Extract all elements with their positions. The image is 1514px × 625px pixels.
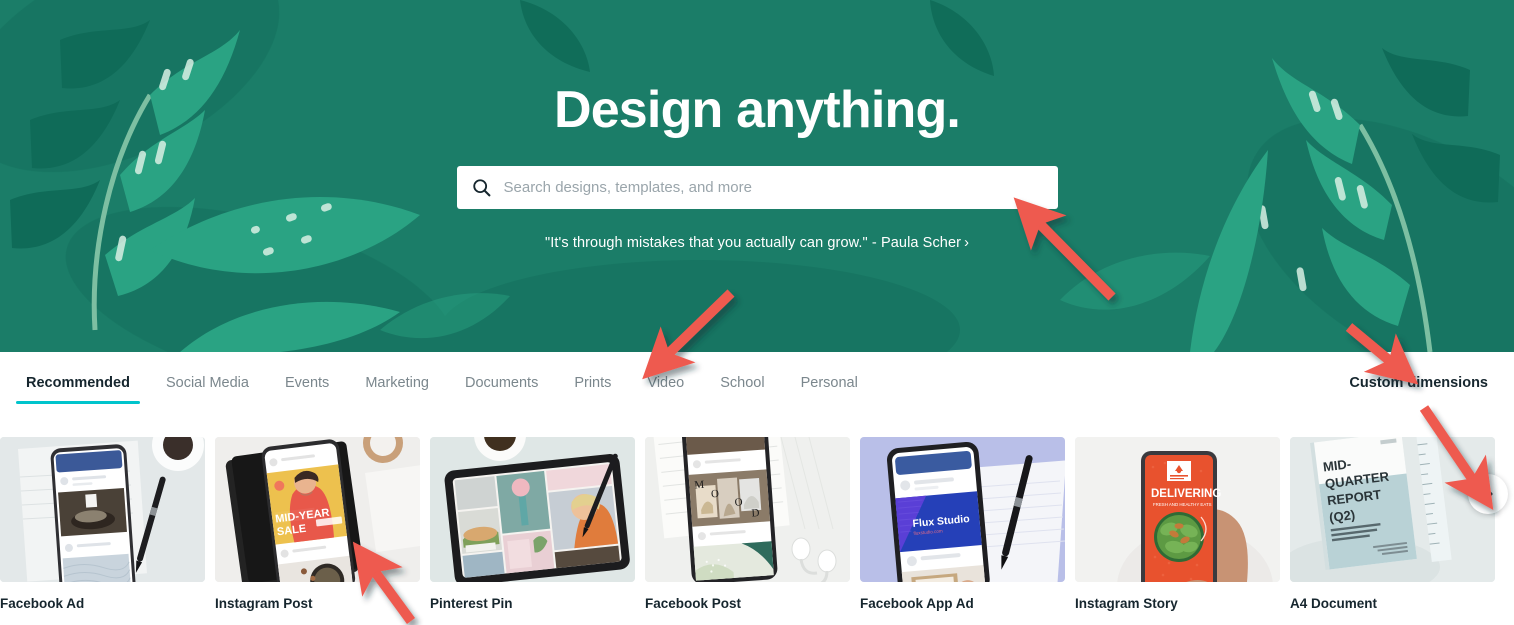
card-facebook-app-ad[interactable]: Flux Studio fluxstudio.com Facebook App … [860,437,1065,625]
tab-marketing[interactable]: Marketing [347,352,447,414]
card-a4-document[interactable]: MID- QUARTER REPORT (Q2) A4 Document [1290,437,1495,625]
quote-link[interactable]: "It's through mistakes that you actually… [545,235,969,251]
tab-school[interactable]: School [702,352,782,414]
tab-documents[interactable]: Documents [447,352,556,414]
card-thumbnail [0,437,205,582]
thumb-phone-facebook-feed [0,437,205,582]
quote-text: "It's through mistakes that you actually… [544,235,962,251]
card-label: Instagram Post [215,596,313,611]
tab-label: School [720,375,765,391]
svg-text:O: O [734,496,743,509]
card-facebook-post[interactable]: M O O D Facebook Post [645,437,850,625]
card-thumbnail: MID- QUARTER REPORT (Q2) [1290,437,1495,582]
card-label: Pinterest Pin [430,596,513,611]
tab-label: Social Media [165,375,249,391]
search-input[interactable] [503,179,1044,196]
card-label: Facebook Ad [0,596,85,611]
svg-text:O: O [711,488,720,501]
svg-text:DELIVERING: DELIVERING [1151,488,1221,500]
tab-label: Recommended [26,375,130,391]
carousel-next-button[interactable] [1468,474,1508,514]
search-icon [472,179,490,197]
card-thumbnail: Flux Studio fluxstudio.com [860,437,1065,582]
tab-video[interactable]: Video [629,352,702,414]
quote-caret-icon: › [964,235,970,251]
thumb-phone-flux-studio: Flux Studio fluxstudio.com [860,437,1065,582]
tab-label: Personal [800,375,858,391]
tab-social-media[interactable]: Social Media [148,352,267,414]
custom-dimensions-link[interactable]: Custom dimensions [1349,375,1488,391]
card-thumbnail: M O O D [645,437,850,582]
thumb-tablet-moodboard [430,437,635,582]
hero-title: Design anything. [553,81,961,139]
svg-text:D: D [751,507,760,520]
tab-label: Prints [574,375,612,391]
svg-text:M: M [694,479,705,492]
tab-personal[interactable]: Personal [783,352,876,414]
card-pinterest-pin[interactable]: Pinterest Pin [430,437,635,625]
tab-label: Documents [464,375,539,391]
search-box[interactable] [456,166,1058,209]
tab-label: Video [647,375,685,391]
card-instagram-post[interactable]: MID-YEAR SALE Instagram Post [215,437,420,625]
thumb-mid-quarter-report: MID- QUARTER REPORT (Q2) [1290,437,1495,582]
card-label: Instagram Story [1075,596,1178,611]
card-thumbnail: DELIVERING FRESH AND HEALTHY EATS [1075,437,1280,582]
card-thumbnail [430,437,635,582]
card-instagram-story[interactable]: DELIVERING FRESH AND HEALTHY EATS Instag… [1075,437,1280,625]
thumb-hand-phone-delivering: DELIVERING FRESH AND HEALTHY EATS [1075,437,1280,582]
tab-events[interactable]: Events [267,352,347,414]
tab-label: Marketing [365,375,429,391]
thumb-phone-mood-collage: M O O D [645,437,850,582]
tab-label: Events [284,375,330,391]
thumb-phone-mid-year-sale: MID-YEAR SALE [215,437,420,582]
svg-text:FRESH AND HEALTHY EATS: FRESH AND HEALTHY EATS [1153,502,1212,507]
category-tabs: Recommended Social Media Events Marketin… [0,352,876,414]
svg-text:(Q2): (Q2) [1328,507,1356,525]
tab-prints[interactable]: Prints [556,352,629,414]
card-label: A4 Document [1290,596,1378,611]
tab-recommended[interactable]: Recommended [8,352,148,414]
chevron-right-icon [1483,485,1493,503]
hero-banner: Design anything. "It's through mistakes … [0,0,1514,352]
card-thumbnail: MID-YEAR SALE [215,437,420,582]
canva-home-page: Design anything. "It's through mistakes … [0,0,1514,625]
category-tab-bar: Recommended Social Media Events Marketin… [0,352,1514,414]
card-label: Facebook Post [645,596,742,611]
card-facebook-ad[interactable]: Facebook Ad [0,437,205,625]
template-card-row: Facebook Ad MID-YEAR SALE Instagram Post… [0,437,1514,625]
card-label: Facebook App Ad [860,596,974,611]
